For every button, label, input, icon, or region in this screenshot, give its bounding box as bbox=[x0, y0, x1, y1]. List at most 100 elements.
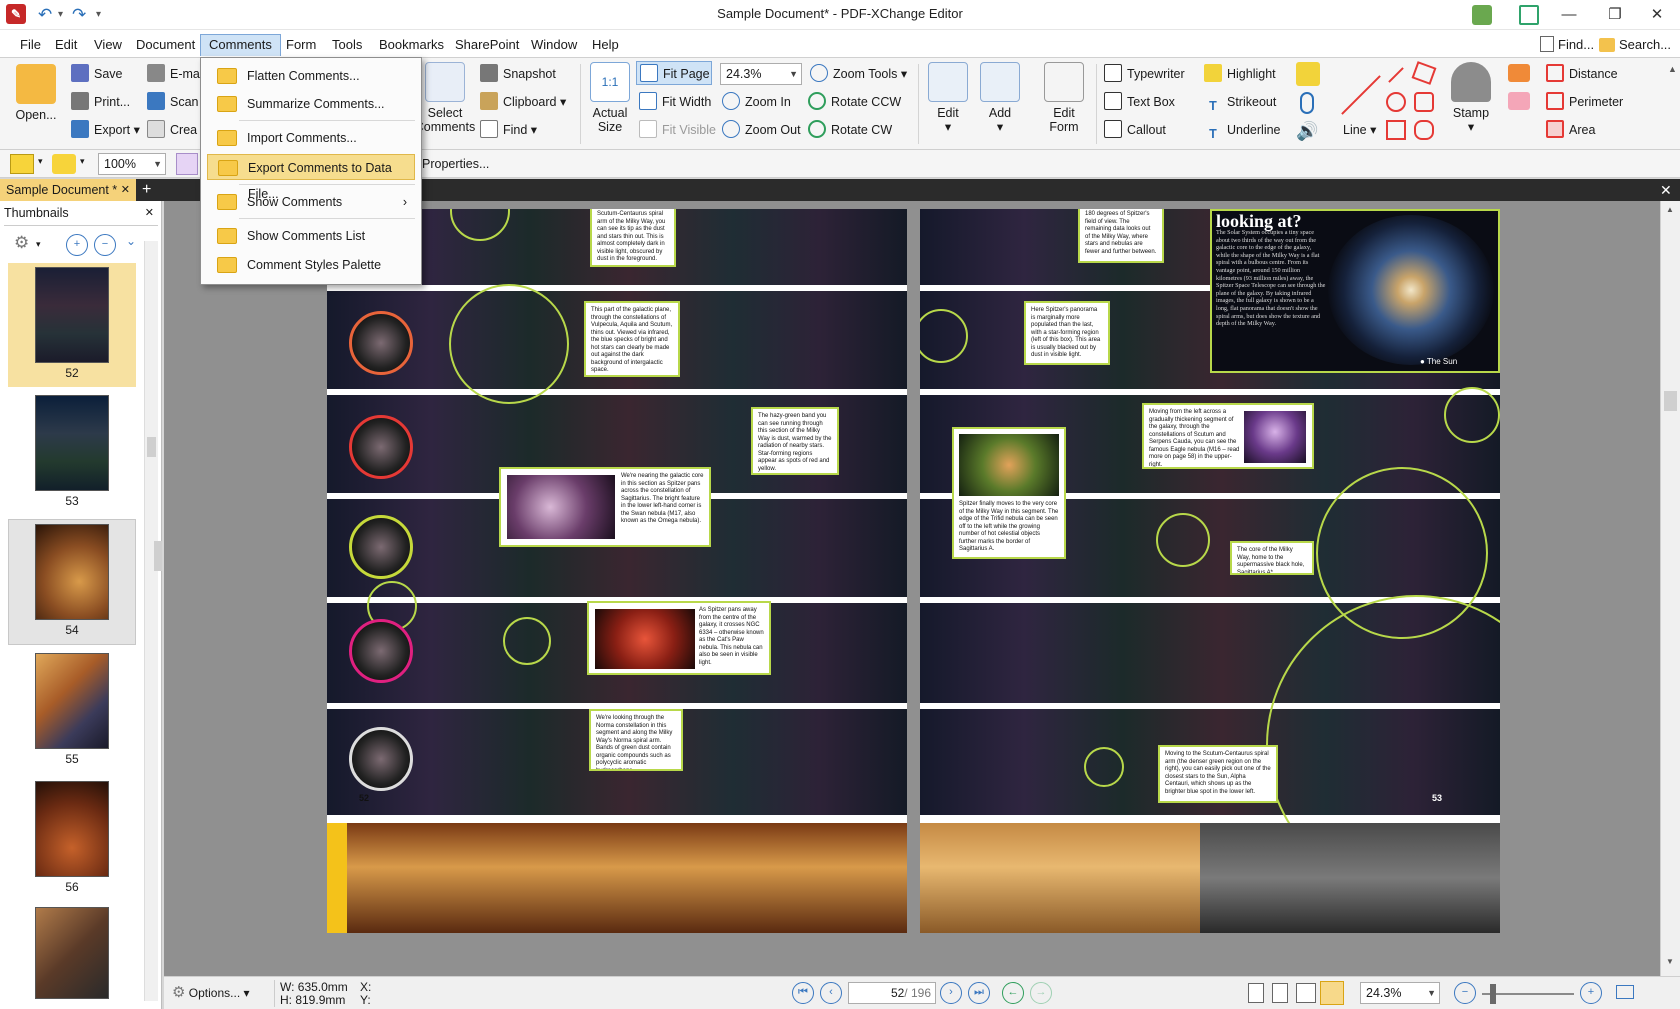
last-page-button[interactable]: ⏭ bbox=[968, 982, 990, 1004]
facing-view-icon[interactable] bbox=[1296, 983, 1316, 1003]
clipboard-button[interactable]: Clipboard ▾ bbox=[480, 90, 566, 114]
continuous-facing-view-icon[interactable] bbox=[1320, 981, 1344, 1005]
text-box-button[interactable]: Text Box bbox=[1104, 90, 1175, 114]
save-button[interactable]: Save bbox=[71, 62, 123, 86]
menu-item-import-comments[interactable]: Import Comments... bbox=[207, 125, 415, 151]
page-number-field[interactable]: 52/ 196 bbox=[848, 982, 936, 1004]
menu-item-show-comments-list[interactable]: Show Comments List bbox=[207, 223, 415, 249]
menu-item-comment-styles-palette[interactable]: Comment Styles Palette bbox=[207, 252, 415, 278]
thumbnail-page-54[interactable]: 54 bbox=[8, 519, 136, 645]
single-page-view-icon[interactable] bbox=[1248, 983, 1264, 1003]
thumbnail-scrollbar[interactable] bbox=[144, 241, 158, 1001]
menu-item-summarize-comments[interactable]: Summarize Comments... bbox=[207, 91, 415, 117]
menu-item-flatten-comments[interactable]: Flatten Comments... bbox=[207, 63, 415, 89]
zoom-out-button[interactable]: Zoom Out bbox=[722, 118, 801, 142]
strikeout-button[interactable]: T Strikeout bbox=[1204, 90, 1276, 114]
find-ribbon-button[interactable]: Find ▾ bbox=[480, 118, 537, 142]
forward-view-button[interactable]: → bbox=[1030, 982, 1052, 1004]
undo-dropdown-icon[interactable]: ▾ bbox=[58, 4, 63, 26]
edit-form-button[interactable]: Edit Form bbox=[1038, 62, 1090, 134]
underline-button[interactable]: T Underline bbox=[1204, 118, 1280, 142]
scroll-up-icon[interactable]: ▲ bbox=[1666, 205, 1674, 214]
tab-close-icon[interactable]: ✕ bbox=[121, 179, 130, 201]
next-page-button[interactable]: › bbox=[940, 982, 962, 1004]
status-zoom-out-icon[interactable]: − bbox=[1454, 982, 1476, 1004]
pencil-icon[interactable] bbox=[1508, 64, 1530, 82]
perimeter-button[interactable]: Perimeter bbox=[1546, 90, 1623, 114]
options-button[interactable]: ⚙ Options... ▾ bbox=[172, 982, 250, 1004]
polygon-icon[interactable] bbox=[1414, 92, 1434, 112]
undo-icon[interactable]: ↶ bbox=[38, 4, 52, 26]
fill-color-dropdown-icon[interactable]: ▾ bbox=[38, 156, 43, 167]
sticky-note-icon[interactable] bbox=[1296, 62, 1320, 86]
menu-view[interactable]: View bbox=[86, 34, 130, 56]
zoom-tools-button[interactable]: Zoom Tools ▾ bbox=[810, 62, 907, 86]
first-page-button[interactable]: ⏮ bbox=[792, 982, 814, 1004]
typewriter-button[interactable]: Typewriter bbox=[1104, 62, 1185, 86]
zoom-in-button[interactable]: Zoom In bbox=[722, 90, 791, 114]
export-button[interactable]: Export ▾ bbox=[71, 118, 140, 142]
fit-width-button[interactable]: Fit Width bbox=[639, 90, 711, 114]
scan-button[interactable]: Scan bbox=[147, 90, 199, 114]
tab-sample-document[interactable]: Sample Document * ✕ bbox=[0, 179, 136, 201]
close-button[interactable]: ✕ bbox=[1634, 0, 1680, 30]
select-comments-button[interactable]: Select Comments bbox=[414, 62, 476, 134]
menu-sharepoint[interactable]: SharePoint bbox=[447, 34, 527, 56]
actual-size-button[interactable]: 1:1 Actual Size bbox=[586, 62, 634, 134]
opacity-combo[interactable]: 100% ▼ bbox=[98, 153, 166, 175]
thumbnail-page-53[interactable]: 53 bbox=[8, 391, 136, 515]
print-button[interactable]: Print... bbox=[71, 90, 130, 114]
menu-comments[interactable]: Comments bbox=[200, 34, 281, 56]
highlight-button[interactable]: Highlight bbox=[1204, 62, 1276, 86]
panel-splitter[interactable] bbox=[154, 541, 162, 571]
redo-icon[interactable]: ↷ bbox=[72, 4, 86, 26]
fit-page-button[interactable]: Fit Page bbox=[636, 61, 712, 85]
scroll-thumb[interactable] bbox=[1664, 391, 1677, 411]
ui-options-icon[interactable] bbox=[1472, 5, 1492, 25]
panel-close-icon[interactable]: ✕ bbox=[145, 206, 154, 219]
rotate-cw-button[interactable]: Rotate CW bbox=[808, 118, 892, 142]
thumbnail-page-57[interactable] bbox=[8, 903, 136, 1003]
line-button[interactable]: Line ▾ bbox=[1343, 118, 1376, 142]
add-button[interactable]: Add ▾ bbox=[974, 62, 1026, 134]
status-zoom-combo[interactable]: 24.3% ▼ bbox=[1360, 982, 1440, 1004]
previous-page-button[interactable]: ‹ bbox=[820, 982, 842, 1004]
area-button[interactable]: Area bbox=[1546, 118, 1595, 142]
continuous-view-icon[interactable] bbox=[1272, 983, 1288, 1003]
zoom-combo[interactable]: 24.3% ▼ bbox=[720, 63, 802, 85]
rectangle-icon[interactable] bbox=[1386, 120, 1406, 140]
stamp-button[interactable]: Stamp ▾ bbox=[1442, 62, 1500, 134]
eraser-icon[interactable] bbox=[1508, 92, 1530, 110]
thumbnail-page-52[interactable]: 52 bbox=[8, 263, 136, 387]
create-button[interactable]: Crea bbox=[147, 118, 197, 142]
minimize-button[interactable]: — bbox=[1546, 0, 1592, 30]
quick-access-dropdown-icon[interactable]: ▾ bbox=[96, 4, 101, 26]
comment-style-icon[interactable] bbox=[52, 154, 76, 174]
restore-button[interactable]: ❐ bbox=[1592, 0, 1638, 30]
rotate-ccw-button[interactable]: Rotate CCW bbox=[808, 90, 901, 114]
menu-document[interactable]: Document bbox=[128, 34, 203, 56]
thumbnail-scroll-thumb[interactable] bbox=[147, 437, 156, 457]
menu-item-export-comments[interactable]: Export Comments to Data File... bbox=[207, 154, 415, 201]
attachment-icon[interactable] bbox=[1300, 92, 1314, 114]
comment-style-dropdown-icon[interactable]: ▾ bbox=[80, 156, 85, 167]
menu-item-show-comments[interactable]: Show Comments › bbox=[207, 189, 415, 215]
menu-edit[interactable]: Edit bbox=[47, 34, 85, 56]
snapshot-button[interactable]: Snapshot bbox=[480, 62, 556, 86]
fill-color-swatch[interactable] bbox=[10, 154, 34, 174]
thumbnail-options-icon[interactable]: ⚙ bbox=[14, 233, 34, 253]
status-zoom-in-icon[interactable]: + bbox=[1580, 982, 1602, 1004]
sound-icon[interactable]: 🔊 bbox=[1296, 120, 1320, 142]
ribbon-collapse-icon[interactable]: ▲ bbox=[1668, 64, 1677, 74]
arrow-icon[interactable] bbox=[1388, 67, 1404, 83]
menu-help[interactable]: Help bbox=[584, 34, 627, 56]
oval-icon[interactable] bbox=[1386, 92, 1406, 112]
search-button[interactable]: Search... bbox=[1591, 34, 1679, 56]
email-button[interactable]: E-ma bbox=[147, 62, 200, 86]
menu-file[interactable]: File bbox=[12, 34, 49, 56]
distance-button[interactable]: Distance bbox=[1546, 62, 1618, 86]
new-tab-button[interactable]: + bbox=[142, 179, 151, 201]
close-document-icon[interactable]: ✕ bbox=[1660, 179, 1672, 201]
fullscreen-icon[interactable] bbox=[1519, 5, 1539, 25]
thumbnail-page-56[interactable]: 56 bbox=[8, 777, 136, 901]
